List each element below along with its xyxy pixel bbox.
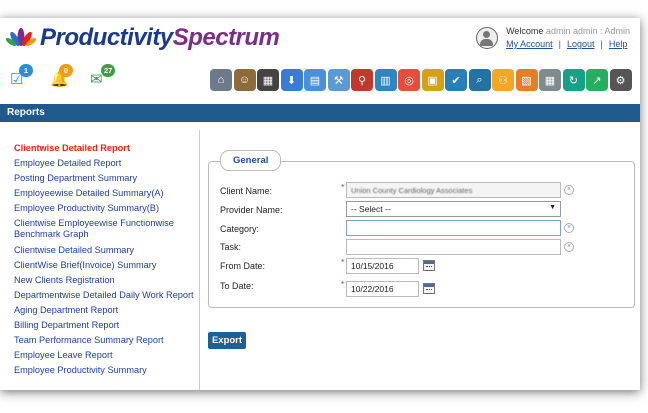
lotus-logo-icon: [6, 28, 36, 47]
to-date-input[interactable]: 10/22/2016: [346, 281, 419, 297]
tasks-notification[interactable]: ☑ 1: [10, 64, 33, 88]
user-name: admin admin : Admin: [545, 26, 630, 36]
from-date-label: From Date:: [220, 261, 266, 271]
org-chart-icon[interactable]: ⚇: [492, 69, 514, 91]
book-icon[interactable]: ▥: [374, 69, 397, 91]
sidebar-report-link[interactable]: New Clients Registration: [14, 275, 194, 286]
sidebar-report-link[interactable]: Employee Productivity Summary(B): [14, 203, 194, 214]
download-icon[interactable]: ⬇: [280, 69, 303, 91]
brand-part1: Productivity: [40, 24, 173, 51]
client-name-value: Union County Cardiology Associates: [351, 186, 473, 195]
sidebar-report-link[interactable]: Clientwise Employeewise Functionwise Ben…: [14, 218, 194, 240]
app-window: ProductivitySpectrum Welcome admin admin…: [0, 18, 640, 390]
folder-icon[interactable]: ▤: [304, 69, 326, 91]
category-label: Category:: [220, 224, 260, 234]
sidebar-report-link[interactable]: Employee Detailed Report: [14, 158, 194, 169]
sidebar-report-link[interactable]: Departmentwise Detailed Daily Work Repor…: [14, 290, 194, 301]
sidebar-report-link[interactable]: Employeewise Detailed Summary(A): [14, 188, 194, 199]
general-legend: General: [220, 150, 282, 171]
user-avatar-icon: [476, 27, 499, 49]
welcome-label: Welcome: [506, 26, 544, 36]
users-icon[interactable]: ☺: [233, 69, 256, 91]
logo: ProductivitySpectrum: [6, 24, 280, 52]
clock-refresh-icon[interactable]: ↻: [562, 69, 585, 91]
provider-name-label: Provider Name:: [220, 205, 283, 215]
sidebar-report-link[interactable]: Employee Productivity Summary: [14, 365, 194, 376]
clear-client-icon[interactable]: ×: [564, 185, 574, 195]
user-links: My Account | Logout | Help: [506, 39, 630, 49]
search-magnify-icon[interactable]: ⚲: [351, 69, 373, 91]
separator: |: [558, 39, 561, 49]
task-label: Task:: [220, 242, 242, 252]
export-button[interactable]: Export: [208, 332, 246, 349]
user-area: Welcome admin admin : Admin My Account | L…: [476, 26, 630, 49]
task-input[interactable]: [346, 239, 561, 255]
chart-search-icon[interactable]: ⌕: [468, 69, 491, 91]
report-list: Clientwise Detailed Report Employee Detai…: [14, 143, 194, 380]
required-mark: *: [341, 183, 345, 192]
sidebar-report-link[interactable]: Billing Department Report: [14, 320, 194, 331]
sidebar-report-link[interactable]: Employee Leave Report: [14, 350, 194, 361]
brand-name: ProductivitySpectrum: [40, 24, 280, 52]
from-date-calendar-icon[interactable]: [423, 260, 435, 271]
client-name-input[interactable]: Union County Cardiology Associates: [346, 182, 561, 198]
logout-link[interactable]: Logout: [567, 39, 595, 49]
messages-count-badge: 27: [101, 64, 116, 77]
required-mark: *: [341, 258, 345, 267]
from-date-input[interactable]: 10/15/2016: [346, 258, 419, 274]
checkmark-icon[interactable]: ✔: [445, 69, 467, 91]
trend-chart-icon[interactable]: ↗: [586, 69, 608, 91]
box-icon[interactable]: ▣: [421, 69, 444, 91]
provider-selected-value: -- Select --: [351, 204, 391, 214]
alerts-count-badge: 0: [59, 64, 73, 77]
alerts-notification[interactable]: 🔔 0: [50, 64, 73, 88]
sidebar-report-link[interactable]: Posting Department Summary: [14, 173, 194, 184]
brand-part2: Spectrum: [172, 24, 280, 51]
to-date-calendar-icon[interactable]: [423, 283, 435, 294]
team-icon[interactable]: ▦: [257, 69, 279, 91]
provider-name-select[interactable]: -- Select -- ▼: [346, 201, 561, 217]
calculator-icon[interactable]: ▦: [539, 69, 561, 91]
tasks-count-badge: 1: [19, 64, 33, 77]
to-date-label: To Date:: [220, 281, 254, 291]
hammer-icon[interactable]: ⚒: [327, 69, 350, 91]
help-link[interactable]: Help: [609, 39, 628, 49]
messages-notification[interactable]: ✉ 27: [90, 64, 116, 88]
sidebar-report-link[interactable]: Clientwise Detailed Summary: [14, 245, 194, 256]
required-mark: *: [341, 280, 345, 289]
separator: |: [600, 39, 603, 49]
page-title: Reports: [0, 104, 640, 122]
sidebar-report-link[interactable]: Team Performance Summary Report: [14, 335, 194, 346]
welcome-text: Welcome admin admin : Admin: [506, 26, 630, 36]
target-icon[interactable]: ◎: [398, 69, 420, 91]
mail-icon: ✉: [90, 71, 103, 88]
dropdown-arrow-icon: ▼: [549, 204, 556, 211]
clear-category-icon[interactable]: ×: [564, 223, 574, 233]
sidebar-report-link[interactable]: Aging Department Report: [14, 305, 194, 316]
sidebar-report-link[interactable]: ClientWise Brief(Invoice) Summary: [14, 260, 194, 271]
presentation-icon[interactable]: ▧: [515, 69, 538, 91]
module-toolbar: ⌂ ☺ ▦ ⬇ ▤ ⚒ ⚲ ▥ ◎ ▣ ✔ ⌕ ⚇ ▧ ▦ ↻ ↗ ⚙: [210, 69, 632, 91]
my-account-link[interactable]: My Account: [506, 39, 553, 49]
category-input[interactable]: [346, 220, 561, 236]
divider: [199, 130, 200, 390]
sidebar-report-link[interactable]: Clientwise Detailed Report: [14, 143, 194, 154]
settings-gear-icon[interactable]: ⚙: [609, 69, 632, 91]
client-name-label: Client Name:: [220, 186, 273, 196]
clear-task-icon[interactable]: ×: [564, 242, 574, 252]
home-icon[interactable]: ⌂: [210, 69, 232, 91]
notification-bar: ☑ 1 🔔 0 ✉ 27: [10, 64, 116, 88]
